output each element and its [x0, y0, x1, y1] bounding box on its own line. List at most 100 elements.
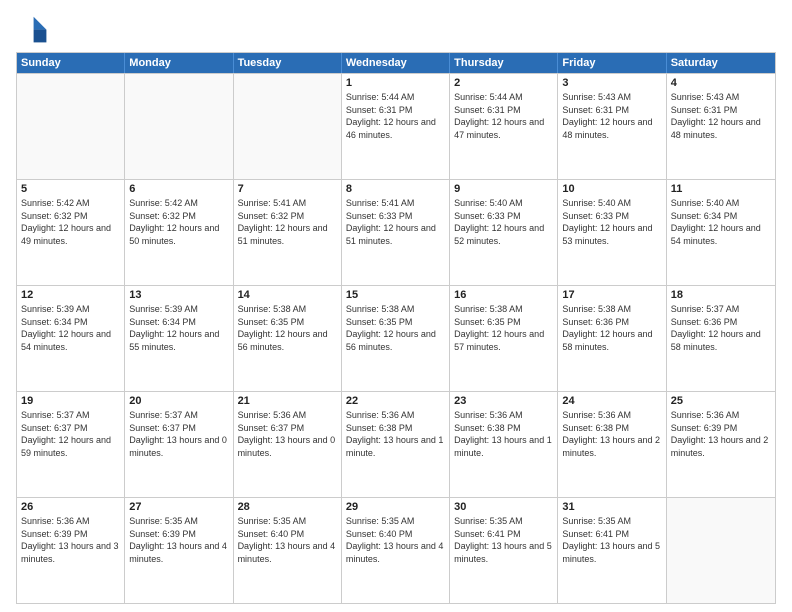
- day-number: 10: [562, 183, 661, 195]
- logo-icon: [16, 12, 48, 44]
- day-header-wednesday: Wednesday: [342, 53, 450, 73]
- calendar-cell: 19 Sunrise: 5:37 AMSunset: 6:37 PMDayligh…: [17, 392, 125, 497]
- sun-info: Sunrise: 5:41 AMSunset: 6:33 PMDaylight:…: [346, 197, 445, 247]
- sun-info: Sunrise: 5:39 AMSunset: 6:34 PMDaylight:…: [129, 303, 228, 353]
- calendar-row-2: 5 Sunrise: 5:42 AMSunset: 6:32 PMDaylight…: [17, 179, 775, 285]
- calendar-cell: 11Sunrise: 5:40 AMSunset: 6:34 PMDayligh…: [667, 180, 775, 285]
- sun-info: Sunrise: 5:35 AMSunset: 6:41 PMDaylight:…: [562, 515, 661, 565]
- sun-info: Sunrise: 5:44 AMSunset: 6:31 PMDaylight:…: [346, 91, 445, 141]
- day-number: 2: [454, 77, 553, 89]
- day-number: 27: [129, 501, 228, 513]
- calendar-cell: 16 Sunrise: 5:38 AMSunset: 6:35 PMDayligh…: [450, 286, 558, 391]
- calendar-cell: 1 Sunrise: 5:44 AMSunset: 6:31 PMDaylight…: [342, 74, 450, 179]
- sun-info: Sunrise: 5:40 AMSunset: 6:34 PMDaylight:…: [671, 197, 771, 247]
- day-number: 14: [238, 289, 337, 301]
- day-number: 3: [562, 77, 661, 89]
- calendar-cell: 18 Sunrise: 5:37 AMSunset: 6:36 PMDayligh…: [667, 286, 775, 391]
- day-number: 30: [454, 501, 553, 513]
- day-header-thursday: Thursday: [450, 53, 558, 73]
- day-header-saturday: Saturday: [667, 53, 775, 73]
- sun-info: Sunrise: 5:40 AMSunset: 6:33 PMDaylight:…: [454, 197, 553, 247]
- sun-info: Sunrise: 5:42 AMSunset: 6:32 PMDaylight:…: [129, 197, 228, 247]
- sun-info: Sunrise: 5:37 AMSunset: 6:37 PMDaylight:…: [129, 409, 228, 459]
- sun-info: Sunrise: 5:36 AMSunset: 6:38 PMDaylight:…: [454, 409, 553, 459]
- day-number: 19: [21, 395, 120, 407]
- calendar-cell: 17 Sunrise: 5:38 AMSunset: 6:36 PMDayligh…: [558, 286, 666, 391]
- calendar-cell: 14 Sunrise: 5:38 AMSunset: 6:35 PMDayligh…: [234, 286, 342, 391]
- calendar-cell: 25 Sunrise: 5:36 AMSunset: 6:39 PMDayligh…: [667, 392, 775, 497]
- day-number: 5: [21, 183, 120, 195]
- calendar-cell: 28Sunrise: 5:35 AMSunset: 6:40 PMDayligh…: [234, 498, 342, 603]
- sun-info: Sunrise: 5:38 AMSunset: 6:35 PMDaylight:…: [346, 303, 445, 353]
- day-header-tuesday: Tuesday: [234, 53, 342, 73]
- day-number: 12: [21, 289, 120, 301]
- calendar-cell: [125, 74, 233, 179]
- calendar-cell: 4 Sunrise: 5:43 AMSunset: 6:31 PMDaylight…: [667, 74, 775, 179]
- calendar-cell: 27 Sunrise: 5:35 AMSunset: 6:39 PMDayligh…: [125, 498, 233, 603]
- calendar-cell: 29 Sunrise: 5:35 AMSunset: 6:40 PMDayligh…: [342, 498, 450, 603]
- sun-info: Sunrise: 5:35 AMSunset: 6:39 PMDaylight:…: [129, 515, 228, 565]
- sun-info: Sunrise: 5:36 AMSunset: 6:39 PMDaylight:…: [21, 515, 120, 565]
- calendar-cell: 12Sunrise: 5:39 AMSunset: 6:34 PMDayligh…: [17, 286, 125, 391]
- calendar-cell: 9 Sunrise: 5:40 AMSunset: 6:33 PMDaylight…: [450, 180, 558, 285]
- day-number: 18: [671, 289, 771, 301]
- calendar-row-4: 19 Sunrise: 5:37 AMSunset: 6:37 PMDayligh…: [17, 391, 775, 497]
- calendar-cell: 15Sunrise: 5:38 AMSunset: 6:35 PMDayligh…: [342, 286, 450, 391]
- sun-info: Sunrise: 5:35 AMSunset: 6:40 PMDaylight:…: [346, 515, 445, 565]
- day-number: 17: [562, 289, 661, 301]
- day-number: 24: [562, 395, 661, 407]
- calendar-cell: 7 Sunrise: 5:41 AMSunset: 6:32 PMDaylight…: [234, 180, 342, 285]
- day-number: 16: [454, 289, 553, 301]
- calendar-cell: 8Sunrise: 5:41 AMSunset: 6:33 PMDaylight…: [342, 180, 450, 285]
- calendar-row-1: 1 Sunrise: 5:44 AMSunset: 6:31 PMDaylight…: [17, 73, 775, 179]
- calendar-cell: 23 Sunrise: 5:36 AMSunset: 6:38 PMDayligh…: [450, 392, 558, 497]
- logo: [16, 12, 52, 44]
- sun-info: Sunrise: 5:37 AMSunset: 6:36 PMDaylight:…: [671, 303, 771, 353]
- day-number: 7: [238, 183, 337, 195]
- calendar-cell: 5 Sunrise: 5:42 AMSunset: 6:32 PMDaylight…: [17, 180, 125, 285]
- calendar-header: SundayMondayTuesdayWednesdayThursdayFrid…: [17, 53, 775, 73]
- sun-info: Sunrise: 5:36 AMSunset: 6:37 PMDaylight:…: [238, 409, 337, 459]
- sun-info: Sunrise: 5:43 AMSunset: 6:31 PMDaylight:…: [562, 91, 661, 141]
- calendar-cell: 13 Sunrise: 5:39 AMSunset: 6:34 PMDayligh…: [125, 286, 233, 391]
- day-number: 22: [346, 395, 445, 407]
- sun-info: Sunrise: 5:38 AMSunset: 6:35 PMDaylight:…: [238, 303, 337, 353]
- sun-info: Sunrise: 5:36 AMSunset: 6:38 PMDaylight:…: [562, 409, 661, 459]
- day-number: 4: [671, 77, 771, 89]
- sun-info: Sunrise: 5:41 AMSunset: 6:32 PMDaylight:…: [238, 197, 337, 247]
- header: [16, 12, 776, 44]
- calendar-cell: [234, 74, 342, 179]
- day-number: 23: [454, 395, 553, 407]
- sun-info: Sunrise: 5:36 AMSunset: 6:39 PMDaylight:…: [671, 409, 771, 459]
- day-number: 20: [129, 395, 228, 407]
- calendar-cell: [17, 74, 125, 179]
- calendar-cell: 6Sunrise: 5:42 AMSunset: 6:32 PMDaylight…: [125, 180, 233, 285]
- day-number: 13: [129, 289, 228, 301]
- calendar-cell: 24 Sunrise: 5:36 AMSunset: 6:38 PMDayligh…: [558, 392, 666, 497]
- day-header-monday: Monday: [125, 53, 233, 73]
- calendar-cell: 26 Sunrise: 5:36 AMSunset: 6:39 PMDayligh…: [17, 498, 125, 603]
- day-number: 21: [238, 395, 337, 407]
- day-number: 1: [346, 77, 445, 89]
- sun-info: Sunrise: 5:38 AMSunset: 6:35 PMDaylight:…: [454, 303, 553, 353]
- day-header-friday: Friday: [558, 53, 666, 73]
- calendar-body: 1 Sunrise: 5:44 AMSunset: 6:31 PMDaylight…: [17, 73, 775, 603]
- sun-info: Sunrise: 5:37 AMSunset: 6:37 PMDaylight:…: [21, 409, 120, 459]
- calendar-cell: [667, 498, 775, 603]
- calendar-cell: 31 Sunrise: 5:35 AMSunset: 6:41 PMDayligh…: [558, 498, 666, 603]
- sun-info: Sunrise: 5:38 AMSunset: 6:36 PMDaylight:…: [562, 303, 661, 353]
- day-number: 29: [346, 501, 445, 513]
- sun-info: Sunrise: 5:43 AMSunset: 6:31 PMDaylight:…: [671, 91, 771, 141]
- sun-info: Sunrise: 5:35 AMSunset: 6:40 PMDaylight:…: [238, 515, 337, 565]
- day-number: 31: [562, 501, 661, 513]
- day-number: 25: [671, 395, 771, 407]
- sun-info: Sunrise: 5:40 AMSunset: 6:33 PMDaylight:…: [562, 197, 661, 247]
- sun-info: Sunrise: 5:44 AMSunset: 6:31 PMDaylight:…: [454, 91, 553, 141]
- calendar-cell: 3 Sunrise: 5:43 AMSunset: 6:31 PMDaylight…: [558, 74, 666, 179]
- page: SundayMondayTuesdayWednesdayThursdayFrid…: [0, 0, 792, 612]
- day-number: 26: [21, 501, 120, 513]
- sun-info: Sunrise: 5:42 AMSunset: 6:32 PMDaylight:…: [21, 197, 120, 247]
- sun-info: Sunrise: 5:36 AMSunset: 6:38 PMDaylight:…: [346, 409, 445, 459]
- day-number: 9: [454, 183, 553, 195]
- calendar-cell: 10 Sunrise: 5:40 AMSunset: 6:33 PMDayligh…: [558, 180, 666, 285]
